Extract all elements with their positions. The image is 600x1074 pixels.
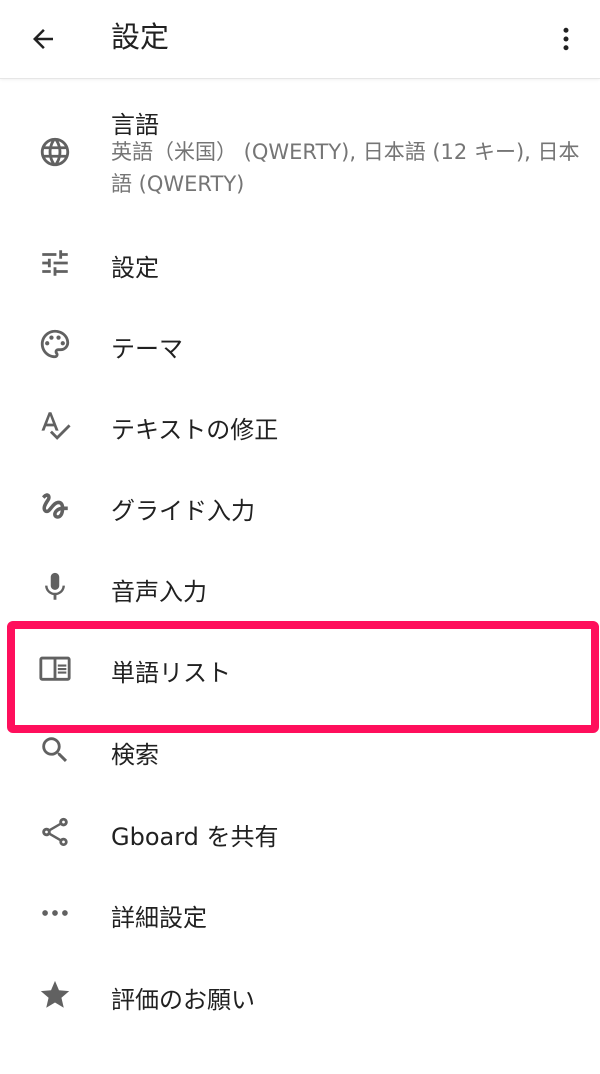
settings-item-glide-typing[interactable]: グライド入力 [0,467,600,547]
more-horiz-icon [34,892,76,934]
settings-item-summary: 英語（米国） (QWERTY), 日本語 (12 キー), 日本語 (QWERT… [111,140,580,196]
star-icon [34,974,76,1016]
back-button[interactable] [20,16,66,62]
book-icon [34,647,76,689]
globe-icon [34,131,76,173]
page-title: 設定 [111,20,170,54]
settings-item-label: 言語 [111,111,159,139]
app-bar: 設定 [0,0,600,79]
palette-icon [34,323,76,365]
settings-item-label: テキストの修正 [111,416,279,444]
settings-item-preferences[interactable]: 設定 [0,224,600,304]
mic-icon [34,566,76,608]
settings-item-label: 詳細設定 [111,904,207,932]
settings-item-label: 設定 [111,254,159,282]
more-vert-icon [551,24,581,54]
more-options-button[interactable] [546,16,586,62]
spellcheck-icon [34,404,76,446]
settings-item-theme[interactable]: テーマ [0,305,600,385]
settings-item-search[interactable]: 検索 [0,711,600,791]
settings-item-rate[interactable]: 評価のお願い [0,956,600,1036]
share-icon [34,811,76,853]
settings-item-label: 単語リスト [111,659,231,687]
settings-item-languages[interactable]: 言語 英語（米国） (QWERTY), 日本語 (12 キー), 日本語 (QW… [0,79,600,211]
settings-item-label: 音声入力 [111,578,207,606]
settings-item-dictionary[interactable]: 単語リスト [0,629,600,709]
settings-item-label: グライド入力 [111,497,255,525]
search-icon [34,729,76,771]
arrow-back-icon [28,24,58,54]
settings-item-text-correction[interactable]: テキストの修正 [0,386,600,466]
settings-item-advanced[interactable]: 詳細設定 [0,874,600,954]
settings-item-label: 評価のお願い [111,986,255,1014]
gesture-icon [34,485,76,527]
settings-item-label: Gboard を共有 [111,823,279,851]
settings-item-voice-typing[interactable]: 音声入力 [0,548,600,628]
settings-item-label: 検索 [111,741,159,769]
settings-item-share[interactable]: Gboard を共有 [0,793,600,873]
settings-item-label: テーマ [111,335,183,363]
tune-icon [34,242,76,284]
